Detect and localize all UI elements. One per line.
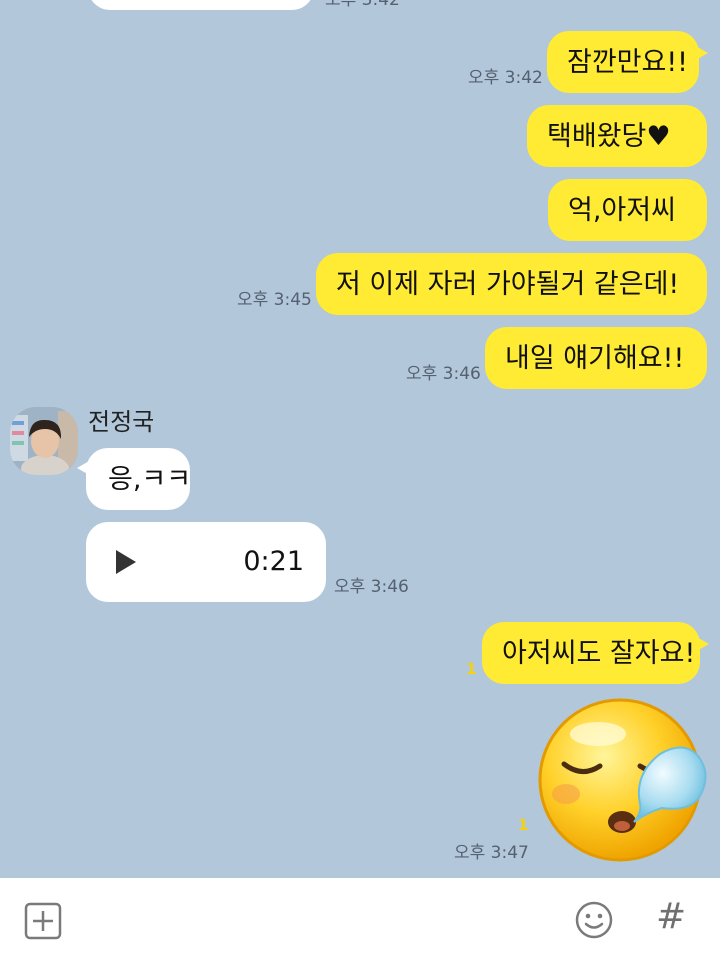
sender-name: 전정국	[88, 408, 155, 436]
profile-photo	[10, 407, 78, 475]
sleeping-face-emoji[interactable]	[536, 696, 708, 864]
message-time: 오후 3:42	[325, 0, 400, 10]
message-time: 오후 3:46	[406, 364, 481, 384]
outgoing-message-bubble[interactable]: 잠깐만요!!	[547, 31, 708, 93]
message-time: 오후 3:45	[237, 290, 312, 310]
read-count: 1	[466, 660, 477, 678]
message-time: 오후 3:47	[454, 843, 529, 863]
message-text: 택배왔당♥	[547, 120, 671, 152]
outgoing-message-bubble[interactable]: 택배왔당♥	[527, 105, 707, 167]
message-text: 아저씨도 잘자요!	[502, 637, 696, 669]
message-text: 응,ㅋㅋ	[108, 463, 192, 495]
play-icon[interactable]	[116, 550, 136, 574]
outgoing-message-bubble[interactable]: 억,아저씨	[548, 179, 707, 241]
message-text: 잠깐만요!!	[567, 46, 689, 78]
partial-incoming-bubble[interactable]	[88, 0, 314, 10]
voice-message[interactable]: 0:21	[86, 522, 326, 602]
message-time: 오후 3:46	[334, 577, 409, 597]
sleeping-face-icon	[538, 698, 707, 862]
outgoing-message-bubble[interactable]: 저 이제 자러 가야될거 같은데!	[316, 253, 707, 315]
message-text: 억,아저씨	[568, 194, 676, 226]
message-text: 저 이제 자러 가야될거 같은데!	[336, 268, 680, 300]
outgoing-message-bubble[interactable]: 내일 얘기해요!!	[485, 327, 707, 389]
read-count: 1	[518, 816, 529, 834]
plus-square-icon[interactable]	[24, 902, 62, 940]
outgoing-message-bubble[interactable]: 아저씨도 잘자요!	[482, 622, 709, 684]
voice-duration: 0:21	[243, 546, 304, 577]
avatar[interactable]	[10, 407, 78, 475]
hashtag-button[interactable]: #	[656, 899, 686, 935]
incoming-message-bubble[interactable]: 응,ㅋㅋ	[77, 448, 192, 510]
message-time: 오후 3:42	[468, 68, 543, 88]
chat-area[interactable]: 오후 3:42 오후 3:42 잠깐만요!! 택배왔당♥ 억,아저씨 오후 3:…	[0, 0, 720, 878]
smile-icon[interactable]	[574, 900, 614, 940]
message-text: 내일 얘기해요!!	[505, 342, 685, 374]
